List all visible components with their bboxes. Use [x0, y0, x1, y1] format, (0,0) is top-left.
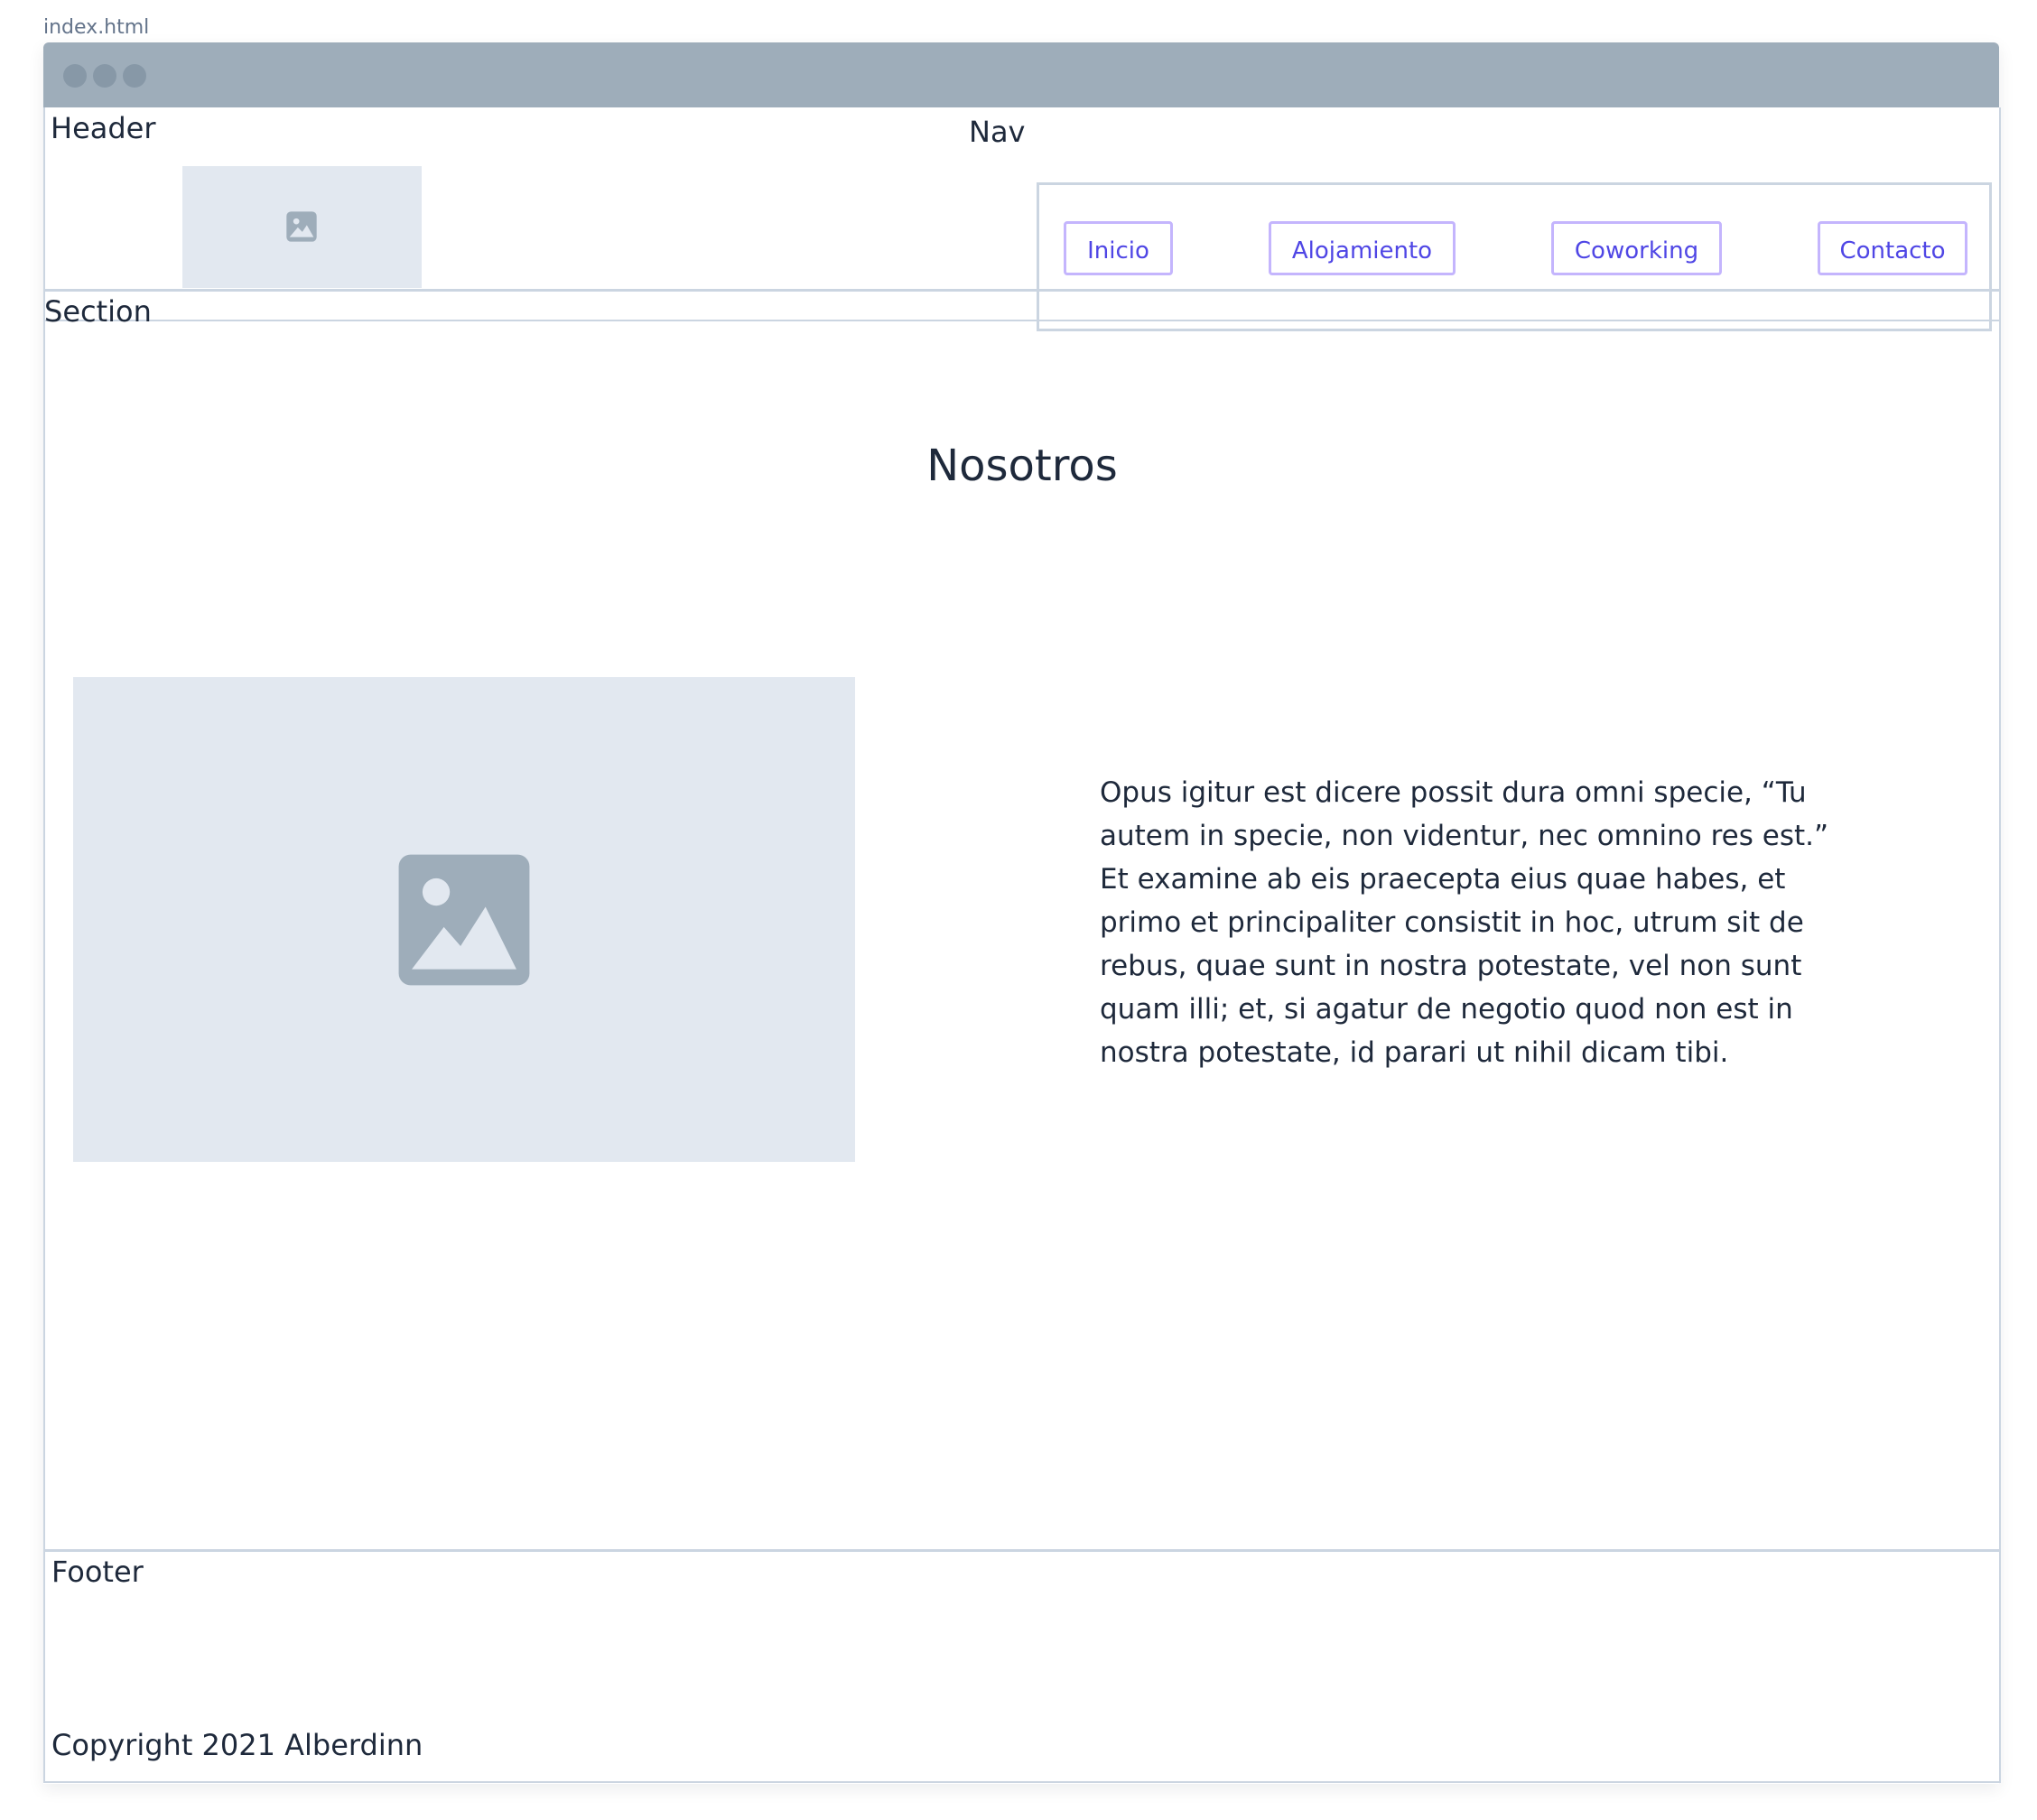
nav-link-alojamiento[interactable]: Alojamiento [1269, 221, 1456, 275]
section-title: Nosotros [926, 441, 1118, 491]
window-dot-icon [93, 64, 116, 88]
nav-link-coworking[interactable]: Coworking [1551, 221, 1722, 275]
window-dot-icon [63, 64, 87, 88]
window-titlebar [43, 42, 1999, 107]
image-icon [286, 211, 317, 242]
file-name-label: index.html [43, 16, 150, 39]
copyright-text: Copyright 2021 Alberdinn [51, 1728, 423, 1762]
window-dot-icon [123, 64, 146, 88]
browser-window: Header Nav Inicio Alojamiento Coworking … [43, 42, 2001, 1784]
nav-link-inicio[interactable]: Inicio [1064, 221, 1173, 275]
logo-placeholder [182, 166, 422, 288]
nav-link-contacto[interactable]: Contacto [1818, 221, 1967, 275]
image-placeholder [73, 677, 855, 1162]
footer-region: Footer Copyright 2021 Alberdinn [43, 1549, 2001, 1783]
footer-label: Footer [51, 1555, 144, 1589]
image-icon [398, 854, 530, 986]
nav-label: Nav [969, 115, 1026, 149]
section-label: Section [44, 294, 152, 329]
about-text: Opus igitur est dicere possit dura omni … [1100, 776, 1829, 1069]
section-region: Section Nosotros Opus igitur est dicere … [43, 289, 2001, 1552]
header-label: Header [51, 111, 156, 145]
